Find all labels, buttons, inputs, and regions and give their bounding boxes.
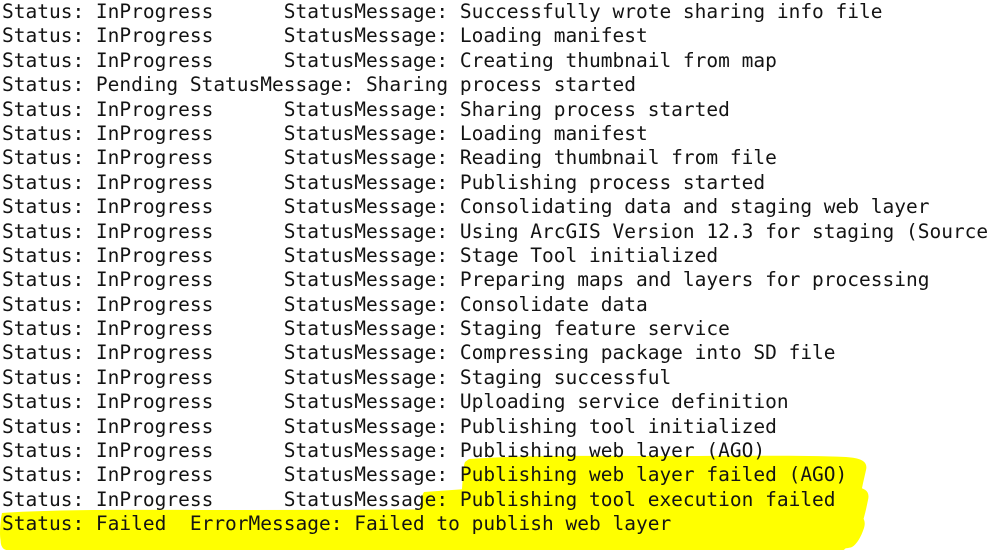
log-line: Status: InProgress StatusMessage: Loadin…	[2, 121, 648, 145]
log-line: Status: InProgress StatusMessage: Stage …	[2, 243, 719, 267]
log-line: Status: InProgress StatusMessage: Creati…	[2, 48, 777, 72]
log-line-list: Status: InProgress StatusMessage: Succes…	[0, 0, 999, 537]
log-line: Status: InProgress StatusMessage: Sharin…	[2, 97, 730, 121]
log-line: Status: InProgress StatusMessage: Upload…	[2, 390, 789, 414]
log-output-panel: Status: InProgress StatusMessage: Succes…	[0, 0, 999, 550]
log-line: Status: InProgress StatusMessage: Publis…	[2, 439, 766, 463]
log-line: Status: InProgress StatusMessage: Consol…	[2, 195, 930, 219]
log-line: Status: InProgress StatusMessage: Readin…	[2, 146, 777, 170]
log-line: Status: Failed ErrorMessage: Failed to p…	[2, 512, 672, 536]
log-line: Status: InProgress StatusMessage: Stagin…	[2, 317, 730, 341]
log-line: Status: InProgress StatusMessage: Compre…	[2, 341, 836, 365]
log-line: Status: InProgress StatusMessage: Publis…	[2, 170, 766, 194]
log-line: Status: InProgress StatusMessage: Publis…	[2, 487, 836, 511]
log-line: Status: InProgress StatusMessage: Stagin…	[2, 365, 672, 389]
log-line: Status: InProgress StatusMessage: Publis…	[2, 463, 848, 487]
log-line: Status: InProgress StatusMessage: Consol…	[2, 292, 648, 316]
log-line: Status: InProgress StatusMessage: Using …	[2, 219, 989, 243]
log-line: Status: Pending StatusMessage: Sharing p…	[2, 73, 636, 97]
log-line: Status: InProgress StatusMessage: Succes…	[2, 0, 883, 23]
log-line: Status: InProgress StatusMessage: Publis…	[2, 414, 777, 438]
log-line: Status: InProgress StatusMessage: Prepar…	[2, 268, 930, 292]
log-line: Status: InProgress StatusMessage: Loadin…	[2, 24, 648, 48]
